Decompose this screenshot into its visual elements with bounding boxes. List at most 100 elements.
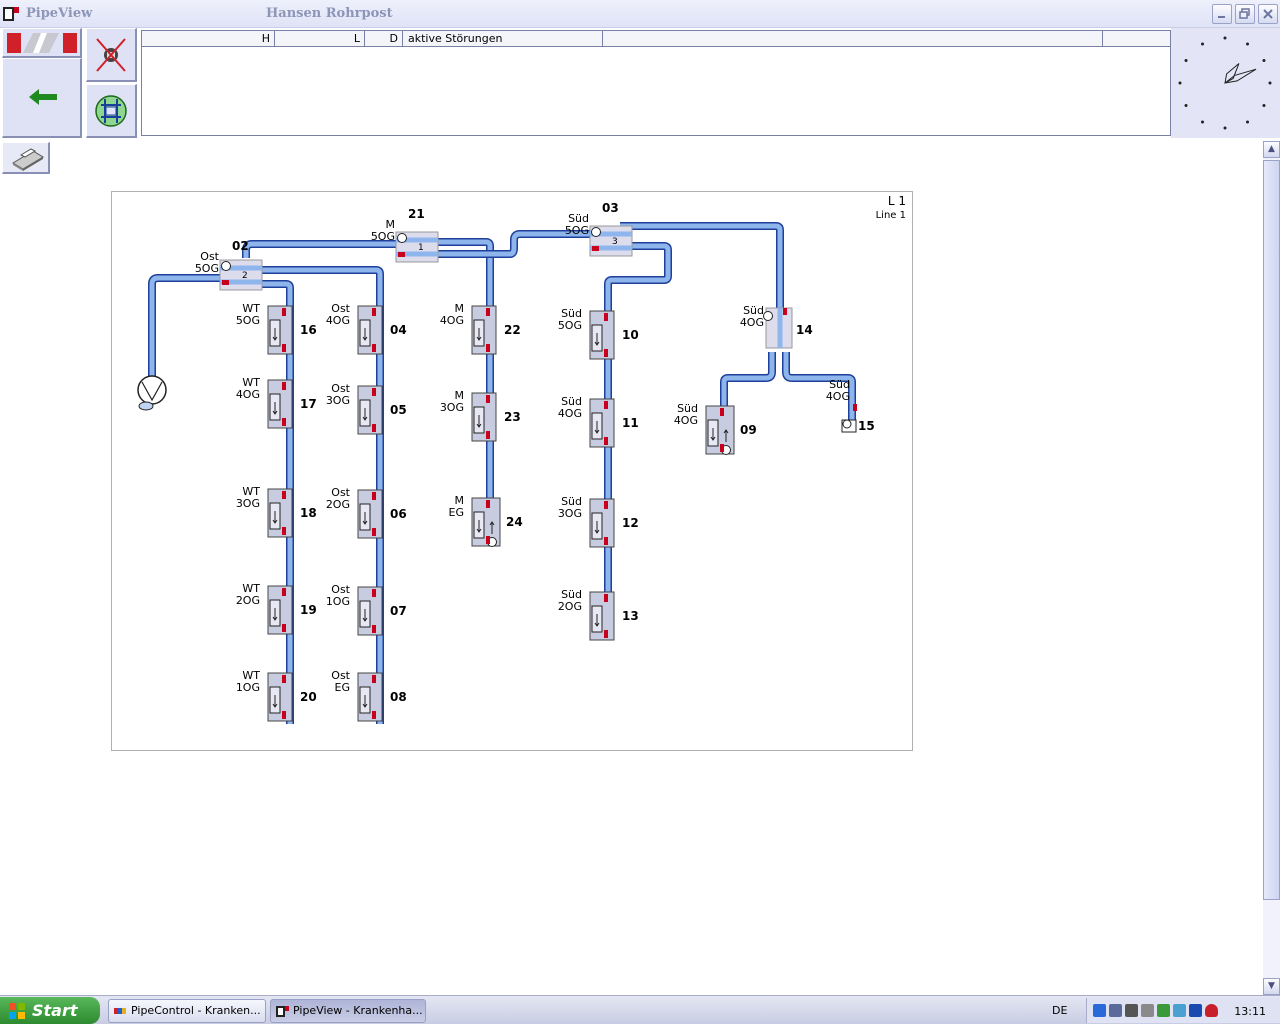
station-label-2: EG — [335, 681, 350, 694]
alarm-indicator-top — [604, 401, 608, 409]
alarm-indicator-top — [486, 395, 490, 403]
station-18[interactable] — [267, 488, 293, 538]
diverter-id: 21 — [408, 207, 425, 221]
task-pipecontrol[interactable]: PipeControl - Kranken... — [108, 999, 266, 1023]
update-tray-icon[interactable] — [1157, 1004, 1170, 1017]
station-id: 08 — [390, 690, 407, 704]
station-id: 16 — [300, 323, 317, 337]
clock-tick — [1184, 104, 1188, 107]
minimize-button[interactable] — [1212, 4, 1232, 24]
station-22[interactable] — [471, 305, 497, 355]
diverter-03[interactable] — [589, 225, 633, 257]
alarm-indicator-top — [372, 308, 376, 316]
alarm-indicator-top — [282, 588, 286, 596]
station-id: 05 — [390, 403, 407, 417]
alarm-indicator-top — [372, 675, 376, 683]
system-tray: 13:11 — [1086, 998, 1280, 1023]
station-05[interactable] — [357, 385, 383, 435]
taskbar: Start PipeControl - Kranken... PipeView … — [0, 995, 1280, 1024]
station-10[interactable] — [589, 310, 615, 360]
station-id: 06 — [390, 507, 407, 521]
station-13[interactable] — [589, 591, 615, 641]
back-button[interactable] — [2, 58, 82, 138]
alarm-indicator-bottom — [282, 711, 286, 719]
diverter-label-2: 5OG — [195, 262, 219, 275]
network-button[interactable] — [86, 84, 137, 138]
motor-icon — [763, 311, 773, 321]
close-button[interactable] — [1258, 4, 1278, 24]
diverter-port: 3 — [612, 237, 618, 247]
station-23[interactable] — [471, 392, 497, 442]
window-title: PipeView — [26, 6, 93, 21]
station-08[interactable] — [357, 672, 383, 722]
display-tray-icon[interactable] — [1189, 1004, 1202, 1017]
start-button[interactable]: Start — [0, 997, 100, 1024]
station-label-2: EG — [449, 506, 464, 519]
diverter-14[interactable] — [763, 307, 793, 349]
alarm-off-button[interactable] — [86, 28, 137, 82]
station-label-2: 2OG — [326, 498, 350, 511]
alarm-indicator-bottom — [720, 444, 724, 452]
station-label-2: 4OG — [326, 314, 350, 327]
alarm-col-d[interactable]: D — [365, 31, 403, 47]
station-label-2: 4OG — [440, 314, 464, 327]
alarm-indicator-top — [604, 594, 608, 602]
station-17[interactable] — [267, 379, 293, 429]
station-id: 17 — [300, 397, 317, 411]
station-label-2: 2OG — [236, 594, 260, 607]
diverter-label-2: 5OG — [565, 224, 589, 237]
shield-icon[interactable] — [1205, 1004, 1218, 1017]
alarm-indicator-bottom — [604, 630, 608, 638]
pipecontrol-icon — [114, 1008, 126, 1014]
station-id: 04 — [390, 323, 407, 337]
analog-clock — [1171, 28, 1280, 138]
clock-tick — [1184, 59, 1188, 62]
station-06[interactable] — [357, 489, 383, 539]
scroll-up-button[interactable]: ▲ — [1263, 141, 1280, 158]
station-04[interactable] — [357, 305, 383, 355]
alarm-list[interactable]: H L D aktive Störungen — [141, 30, 1171, 136]
station-09[interactable] — [705, 405, 735, 455]
gate-button[interactable] — [2, 28, 82, 58]
connection-tray-icon[interactable] — [1109, 1004, 1122, 1017]
vertical-scrollbar[interactable]: ▲ ▼ — [1263, 141, 1280, 995]
station-label-2: 3OG — [326, 394, 350, 407]
pipe-network-map: L 1 Line 1 2 Ost 5OG 02 1 M 5OG 21 3 Süd 5OG 03 Süd 4OG… — [111, 191, 913, 751]
station-id: 11 — [622, 416, 639, 430]
station-07[interactable] — [357, 586, 383, 636]
task-pipeview[interactable]: PipeView - Krankenha... — [270, 999, 426, 1023]
volume-icon[interactable] — [1125, 1004, 1138, 1017]
taskbar-clock[interactable]: 13:11 — [1234, 1005, 1266, 1018]
motor-icon — [221, 261, 231, 271]
gear-tray-icon[interactable] — [1141, 1004, 1154, 1017]
station-11[interactable] — [589, 398, 615, 448]
print-button[interactable] — [2, 142, 50, 174]
windows-logo-icon — [9, 1003, 25, 1019]
station-24[interactable] — [471, 497, 501, 547]
station-label-2: 4OG — [558, 407, 582, 420]
alarm-col-empty-2[interactable] — [1103, 31, 1170, 47]
clock-tick — [1178, 81, 1182, 85]
diverter-02[interactable] — [219, 259, 263, 291]
diverter-port: 1 — [418, 243, 424, 253]
sync-tray-icon[interactable] — [1173, 1004, 1186, 1017]
line-name: L 1 — [888, 194, 906, 208]
restore-button[interactable] — [1235, 4, 1255, 24]
pipe-main-3-edge — [620, 222, 784, 310]
language-indicator[interactable]: DE — [1052, 1004, 1067, 1017]
alarm-col-h[interactable]: H — [142, 31, 275, 47]
alarm-col-empty-1[interactable] — [603, 31, 1103, 47]
alarm-col-active[interactable]: aktive Störungen — [403, 31, 603, 47]
station-19[interactable] — [267, 585, 293, 635]
scroll-down-button[interactable]: ▼ — [1263, 978, 1280, 995]
network-tray-icon[interactable] — [1093, 1004, 1106, 1017]
diverter-21[interactable] — [395, 231, 439, 263]
station-id: 19 — [300, 603, 317, 617]
scroll-thumb[interactable] — [1263, 160, 1280, 900]
alarm-col-l[interactable]: L — [275, 31, 365, 47]
station-16[interactable] — [267, 305, 293, 355]
station-20[interactable] — [267, 672, 293, 722]
station-12[interactable] — [589, 498, 615, 548]
alarm-indicator-bottom — [604, 349, 608, 357]
station-id: 13 — [622, 609, 639, 623]
